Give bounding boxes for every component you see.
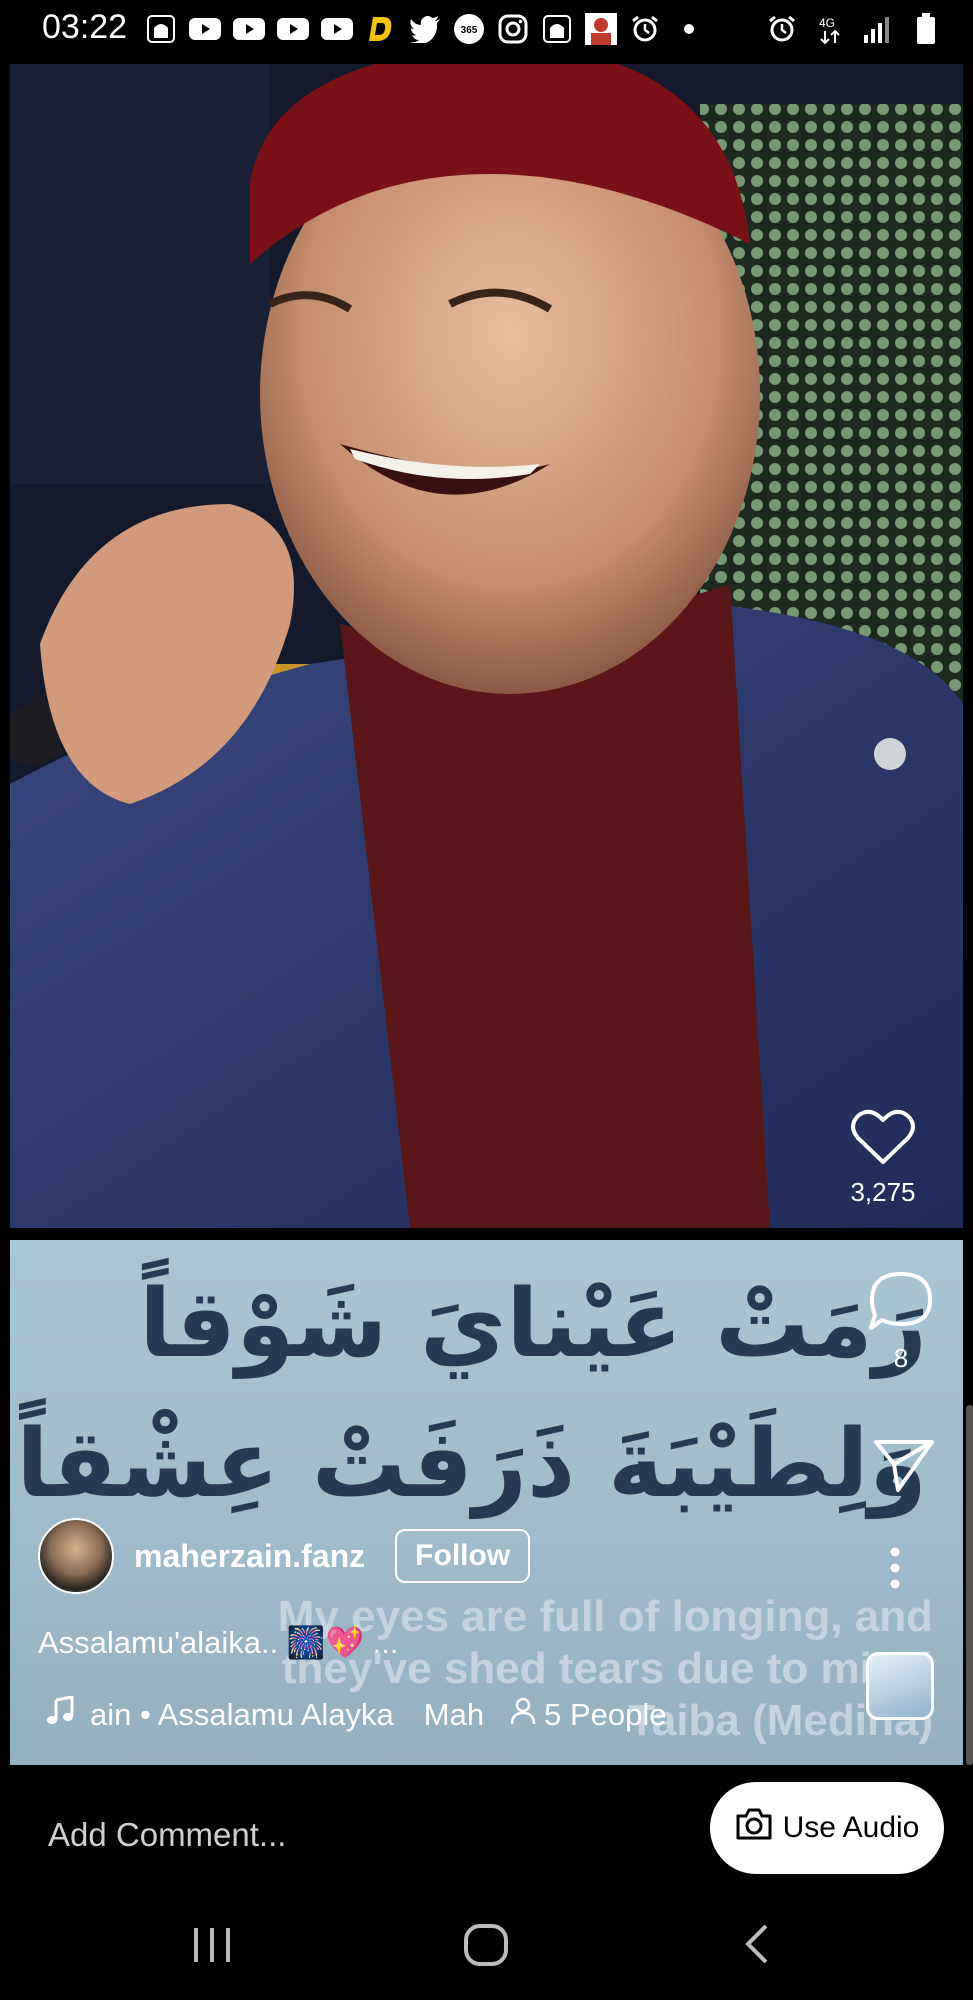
music-note-icon (46, 1695, 74, 1734)
comment-icon[interactable] (866, 1270, 936, 1337)
status-bar: 03:22 365 4G (0, 0, 973, 58)
lyric-arabic-line-2: وَلِطَيْبَةَ ذَرَفَتْ عِشْقاً (16, 1410, 927, 1519)
comment-input[interactable]: Add Comment... (48, 1816, 286, 1854)
use-audio-button[interactable]: Use Audio (710, 1782, 944, 1874)
author-row: maherzain.fanz Follow (38, 1518, 531, 1594)
signal-icon (861, 12, 895, 46)
post-caption[interactable]: Assalamu'alaika.. 🎆💖 ... (38, 1624, 399, 1661)
like-action[interactable]: 3,275 (850, 1108, 916, 1208)
audio-thumbnail[interactable] (866, 1652, 934, 1720)
person-icon (510, 1697, 536, 1733)
youtube-icon (232, 12, 266, 46)
send-icon[interactable] (872, 1436, 936, 1499)
battery-icon (909, 12, 943, 46)
audio-artist[interactable]: Mah (424, 1697, 484, 1733)
status-time: 03:22 (42, 8, 128, 46)
lyrics-panel: رَمَتْ عَيْنايَ شَوْقاً وَلِطَيْبَةَ ذَر… (10, 1240, 963, 1765)
twitter-icon (408, 12, 442, 46)
audio-row[interactable]: ain • Assalamu Alayka Mah 5 People (46, 1695, 667, 1734)
reel-video[interactable]: 3,275 (10, 64, 963, 1228)
photo-icon (584, 12, 618, 46)
comment-count: 8 (893, 1343, 909, 1373)
mosque-icon (540, 12, 574, 46)
system-nav-bar (0, 1892, 973, 2000)
dot-icon (672, 12, 706, 46)
follow-button[interactable]: Follow (395, 1529, 531, 1583)
comment-action[interactable]: 8 (866, 1270, 936, 1374)
svg-text:365: 365 (461, 25, 478, 36)
system-icons: 4G (765, 12, 943, 46)
video-frame-image (10, 64, 963, 1228)
youtube-icon (320, 12, 354, 46)
username[interactable]: maherzain.fanz (134, 1538, 365, 1575)
back-icon[interactable] (742, 1922, 772, 1971)
recent-apps-icon[interactable] (190, 1922, 234, 1971)
comment-bar: Add Comment... Use Audio (0, 1776, 973, 1892)
use-audio-label: Use Audio (782, 1811, 920, 1844)
365-icon: 365 (452, 12, 486, 46)
like-count: 3,275 (850, 1177, 916, 1207)
share-action[interactable] (872, 1436, 936, 1499)
instagram-icon (496, 12, 530, 46)
tagged-people[interactable]: 5 People (544, 1697, 666, 1733)
heart-icon[interactable] (850, 1108, 916, 1171)
data-icon: 4G (813, 12, 847, 46)
more-options-icon[interactable] (888, 1546, 902, 1595)
home-icon[interactable] (462, 1922, 510, 1973)
scrollbar[interactable] (966, 1405, 973, 1765)
lyric-arabic-line-1: رَمَتْ عَيْنايَ شَوْقاً (139, 1270, 927, 1379)
avatar[interactable] (38, 1518, 114, 1594)
camera-icon (735, 1807, 773, 1849)
dlive-icon (364, 12, 398, 46)
youtube-icon (276, 12, 310, 46)
audio-track[interactable]: ain • Assalamu Alayka (90, 1697, 394, 1733)
notification-icons: 365 (144, 12, 706, 46)
alarm-icon (628, 12, 662, 46)
alarm-icon (765, 12, 799, 46)
mosque-icon (144, 12, 178, 46)
youtube-icon (188, 12, 222, 46)
svg-text:4G: 4G (819, 16, 835, 30)
